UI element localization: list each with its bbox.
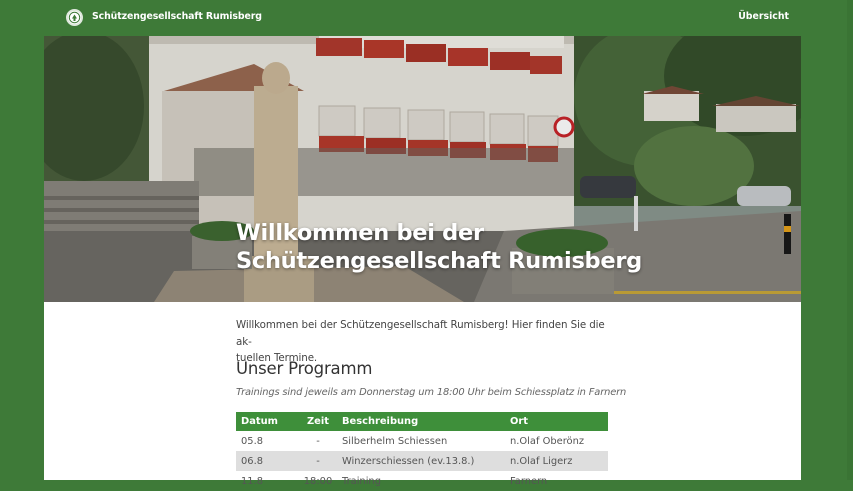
cell-beschreibung: Silberhelm Schiessen bbox=[342, 435, 448, 447]
intro-line-1: Willkommen bei der Schützengesellschaft … bbox=[236, 319, 605, 348]
hero-title: Willkommen bei der Schützengesellschaft … bbox=[236, 219, 696, 275]
training-note: Trainings sind jeweils am Donnerstag um … bbox=[236, 387, 627, 398]
content-card: Willkommen bei der Schützengesellschaft … bbox=[44, 36, 801, 487]
top-navbar: Schützengesellschaft Rumisberg Übersicht bbox=[0, 0, 853, 36]
cell-beschreibung: Training bbox=[342, 475, 381, 487]
cell-zeit: - bbox=[316, 435, 320, 447]
hero-title-line-2: Schützengesellschaft Rumisberg bbox=[236, 248, 642, 274]
program-table-header: Datum Zeit Beschreibung Ort bbox=[236, 412, 608, 431]
cell-ort: n.Olaf Oberönz bbox=[510, 435, 585, 447]
cell-ort: n.Olaf Ligerz bbox=[505, 451, 608, 471]
cell-ort: Farnern bbox=[510, 475, 548, 487]
hero-title-line-1: Willkommen bei der bbox=[236, 220, 484, 246]
cell-zeit: - bbox=[299, 451, 337, 471]
column-header-ort: Ort bbox=[505, 412, 608, 431]
section-title-programm: Unser Programm bbox=[236, 359, 373, 378]
table-row: 05.8 - Silberhelm Schiessen n.Olaf Oberö… bbox=[236, 431, 608, 451]
table-row: 11.8 18:00 Training Farnern bbox=[236, 471, 608, 491]
cell-datum: 06.8 bbox=[236, 451, 299, 471]
column-header-beschreibung: Beschreibung bbox=[337, 412, 505, 431]
table-row: 06.8 - Winzerschiessen (ev.13.8.) n.Olaf… bbox=[236, 451, 608, 471]
club-logo-icon[interactable] bbox=[66, 9, 83, 26]
page-scrollbar[interactable] bbox=[847, 0, 853, 480]
column-header-zeit: Zeit bbox=[299, 412, 337, 431]
cell-beschreibung: Winzerschiessen (ev.13.8.) bbox=[337, 451, 505, 471]
nav-link-uebersicht[interactable]: Übersicht bbox=[738, 11, 789, 22]
hero-banner: Willkommen bei der Schützengesellschaft … bbox=[44, 36, 801, 302]
cell-datum: 11.8 bbox=[241, 475, 263, 487]
cell-zeit: 18:00 bbox=[303, 475, 333, 487]
column-header-datum: Datum bbox=[236, 412, 299, 431]
brand-name-link[interactable]: Schützengesellschaft Rumisberg bbox=[92, 11, 262, 22]
cell-datum: 05.8 bbox=[241, 435, 263, 447]
program-table: Datum Zeit Beschreibung Ort 05.8 - Silbe… bbox=[236, 412, 608, 491]
